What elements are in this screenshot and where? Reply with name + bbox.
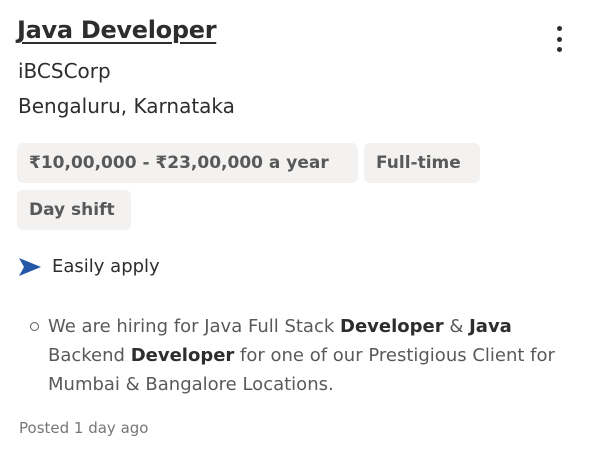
shift-tag: Day shift	[17, 190, 131, 230]
snippet-highlight: Developer	[130, 345, 235, 366]
more-options-button[interactable]	[545, 22, 573, 56]
bullet-circle-icon	[30, 322, 39, 331]
company-name: iBCSCorp	[18, 59, 111, 83]
posted-date: Posted 1 day ago	[19, 419, 149, 437]
snippet-segment: Backend	[48, 345, 131, 366]
easily-apply-label: Easily apply	[52, 256, 160, 277]
snippet-highlight: Java	[469, 316, 512, 337]
snippet-highlight: Developer	[340, 316, 444, 337]
easily-apply-badge: Easily apply	[18, 256, 160, 277]
send-arrow-icon	[19, 257, 41, 276]
more-vertical-icon-dot	[556, 47, 562, 52]
job-snippet: We are hiring for Java Full Stack Develo…	[30, 312, 560, 399]
snippet-text: We are hiring for Java Full Stack Develo…	[48, 312, 560, 399]
salary-tag: ₹10,00,000 - ₹23,00,000 a year	[17, 143, 358, 183]
snippet-segment: &	[443, 316, 470, 337]
job-title-link[interactable]: Java Developer	[17, 16, 217, 44]
job-location: Bengaluru, Karnataka	[18, 94, 235, 118]
snippet-segment: We are hiring for Java Full Stack	[48, 316, 341, 337]
job-type-tag: Full-time	[364, 143, 480, 183]
more-vertical-icon-dot	[556, 36, 562, 42]
job-card[interactable]: Java Developer iBCSCorp Bengaluru, Karna…	[0, 0, 591, 450]
more-vertical-icon	[556, 26, 562, 31]
